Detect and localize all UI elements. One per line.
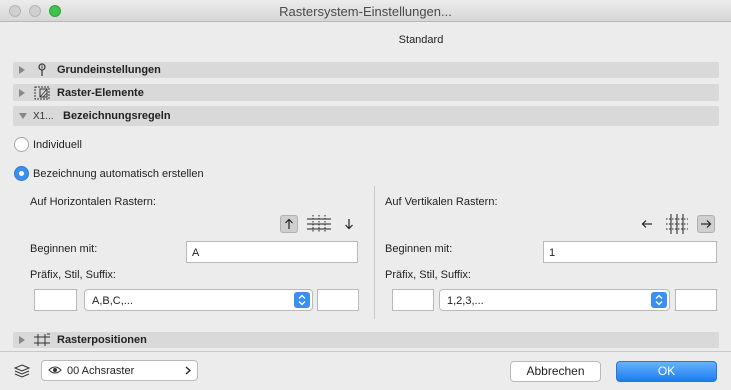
section-label: Rasterpositionen: [57, 334, 147, 346]
grid-pin-icon: [33, 63, 51, 77]
individual-label: Individuell: [33, 139, 82, 151]
numbering-icon: X1...: [33, 110, 54, 122]
horizontal-affix-label: Präfix, Stil, Suffix:: [30, 269, 116, 281]
section-rasterpositionen[interactable]: Rasterpositionen: [13, 332, 719, 348]
section-grundeinstellungen[interactable]: Grundeinstellungen: [13, 62, 719, 78]
layer-name: 00 Achsraster: [67, 365, 135, 377]
ok-button[interactable]: OK: [616, 361, 717, 382]
preset-name: Standard: [398, 34, 444, 46]
horizontal-style-value: A,B,C,...: [92, 295, 133, 307]
arrow-down-icon[interactable]: [340, 215, 358, 233]
eye-icon: [48, 365, 62, 378]
vertical-prefix-input[interactable]: [392, 289, 434, 311]
section-label: Raster-Elemente: [57, 86, 144, 99]
cancel-button[interactable]: Abbrechen: [510, 361, 601, 382]
title-bar: Rastersystem-Einstellungen...: [0, 0, 731, 22]
disclosure-right-icon: [19, 88, 25, 97]
select-stepper-icon: [651, 292, 667, 308]
horizontal-suffix-input[interactable]: [317, 289, 359, 311]
horizontal-start-input[interactable]: A: [186, 241, 358, 263]
disclosure-right-icon: [19, 66, 25, 74]
arrow-left-icon[interactable]: [638, 215, 656, 233]
horizontal-heading: Auf Horizontalen Rastern:: [30, 196, 156, 208]
horizontal-grid-icon: [306, 213, 332, 235]
horizontal-style-select[interactable]: A,B,C,...: [84, 289, 313, 311]
window-title: Rastersystem-Einstellungen...: [279, 4, 452, 19]
select-stepper-icon: [294, 292, 310, 308]
vertical-style-value: 1,2,3,...: [447, 295, 484, 307]
horizontal-prefix-input[interactable]: [34, 289, 77, 311]
layers-icon: [13, 362, 31, 380]
vertical-start-input[interactable]: 1: [543, 241, 717, 263]
hatched-frame-icon: [33, 86, 51, 100]
vertical-style-select[interactable]: 1,2,3,...: [439, 289, 670, 311]
vertical-grid-icon: [664, 213, 690, 235]
horizontal-start-label: Beginnen mit:: [30, 243, 98, 255]
section-label: Bezeichnungsregeln: [63, 110, 171, 122]
footer-divider: [0, 351, 731, 352]
vertical-affix-label: Präfix, Stil, Suffix:: [385, 269, 471, 281]
disclosure-down-icon: [19, 113, 27, 119]
auto-naming-radio[interactable]: [14, 166, 29, 181]
section-bezeichnungsregeln[interactable]: X1... Bezeichnungsregeln: [13, 106, 719, 126]
individual-radio[interactable]: [14, 137, 29, 152]
vertical-suffix-input[interactable]: [675, 289, 717, 311]
auto-naming-label: Bezeichnung automatisch erstellen: [33, 168, 204, 180]
grid-positions-icon: [33, 333, 51, 347]
disclosure-right-icon: [19, 336, 25, 344]
section-label: Grundeinstellungen: [57, 64, 161, 76]
vertical-heading: Auf Vertikalen Rastern:: [385, 196, 498, 208]
column-divider: [374, 186, 375, 319]
arrow-right-icon[interactable]: [697, 215, 715, 233]
vertical-start-label: Beginnen mit:: [385, 243, 453, 255]
chevron-right-icon: [185, 366, 191, 378]
arrow-up-icon[interactable]: [280, 215, 298, 233]
layer-select[interactable]: 00 Achsraster: [41, 360, 198, 381]
section-raster-elemente[interactable]: Raster-Elemente: [13, 84, 719, 101]
